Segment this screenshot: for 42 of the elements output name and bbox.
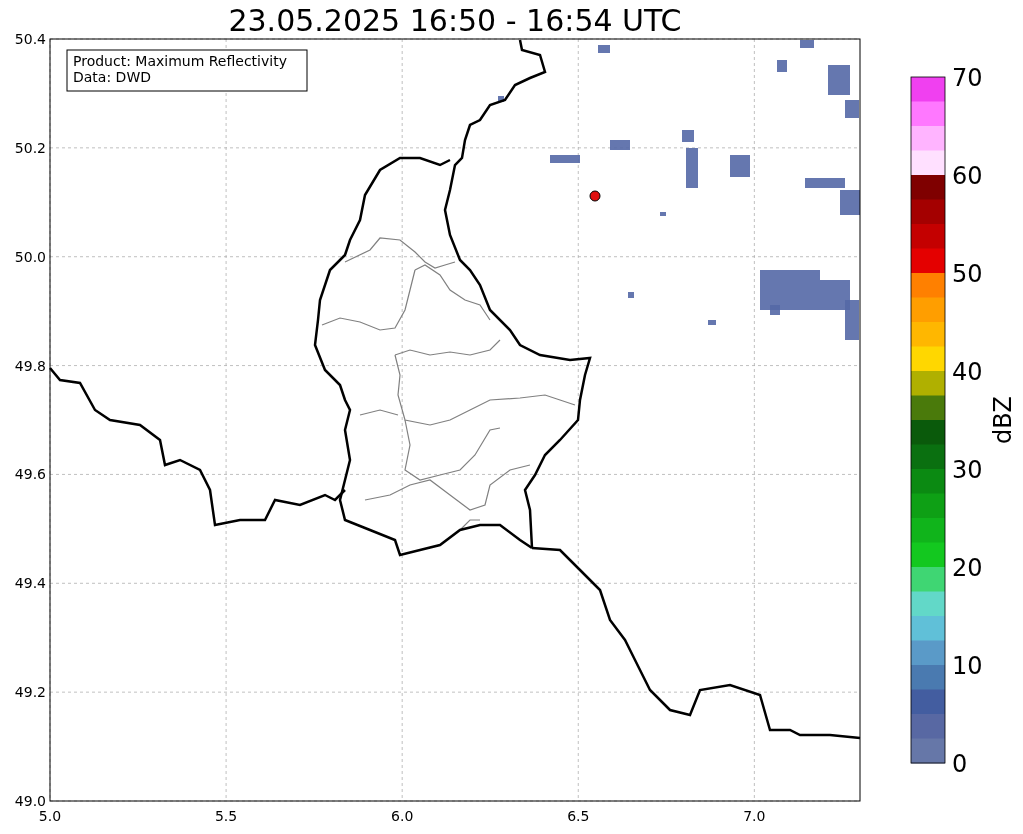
colorbar-tick-label: 0 <box>952 750 968 778</box>
colorbar-tick-label: 40 <box>952 358 983 386</box>
colorbar-tick-label: 20 <box>952 554 983 582</box>
radar-echo <box>598 45 610 53</box>
x-tick-label: 6.5 <box>567 808 590 824</box>
colorbar-label: dBZ <box>989 395 1017 445</box>
x-tick-label: 5.0 <box>38 808 62 824</box>
colorbar-tick-label: 70 <box>952 64 983 92</box>
x-tick-label: 6.0 <box>391 808 414 824</box>
radar-echo <box>800 40 814 48</box>
radar-echo <box>828 65 850 95</box>
location-marker <box>589 190 601 202</box>
y-tick-label: 50.4 <box>14 31 46 47</box>
plot-title: 23.05.2025 16:50 - 16:54 UTC <box>228 3 682 38</box>
radar-echo <box>708 320 716 325</box>
radar-echo <box>498 96 504 102</box>
x-tick-label: 5.5 <box>214 808 238 824</box>
radar-echo <box>805 178 845 188</box>
radar-echo <box>550 155 580 163</box>
y-tick-label: 49.0 <box>14 793 46 809</box>
y-tick-label: 49.8 <box>14 357 46 374</box>
radar-echo <box>840 190 860 215</box>
info-text: Product: Maximum Reflectivity <box>73 53 287 69</box>
x-tick-label: 7.0 <box>743 808 766 824</box>
radar-echo <box>686 148 698 188</box>
radar-echo <box>610 140 630 150</box>
y-tick-label: 50.0 <box>14 248 46 265</box>
colorbar-tick-label: 10 <box>952 652 983 680</box>
colorbar-tick-label: 50 <box>952 260 983 288</box>
radar-echo <box>730 155 750 177</box>
y-tick-label: 50.2 <box>14 139 46 156</box>
y-tick-label: 49.6 <box>14 466 46 483</box>
radar-echo <box>660 212 666 216</box>
colorbar-tick-label: 30 <box>952 456 983 484</box>
colorbar-tick-label: 60 <box>952 162 983 190</box>
radar-echo <box>777 60 787 72</box>
radar-echo <box>628 292 634 298</box>
y-tick-label: 49.2 <box>14 684 46 701</box>
radar-echo <box>845 100 859 118</box>
info-text: Data: DWD <box>73 69 151 85</box>
radar-echo <box>682 130 694 142</box>
y-tick-label: 49.4 <box>14 575 46 592</box>
